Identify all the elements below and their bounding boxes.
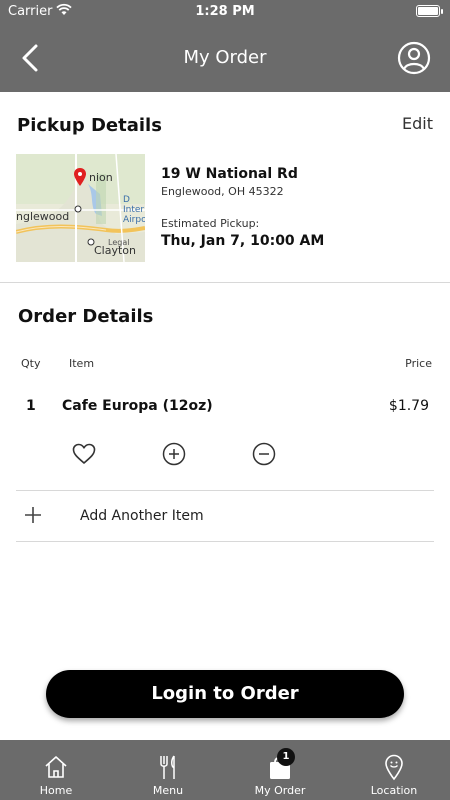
favorite-button[interactable] xyxy=(71,441,97,467)
section-divider xyxy=(0,282,450,283)
tab-location[interactable]: Location xyxy=(338,740,450,800)
column-header-item: Item xyxy=(69,357,95,370)
home-icon xyxy=(45,756,67,778)
location-pin-icon xyxy=(385,754,403,781)
order-count-badge: 1 xyxy=(277,748,295,766)
pickup-address-street: 19 W National Rd xyxy=(161,166,298,182)
order-details-heading: Order Details xyxy=(18,306,154,327)
order-item-qty: 1 xyxy=(26,398,36,414)
item-divider xyxy=(16,541,434,542)
map-label-union: nion xyxy=(89,171,113,184)
minus-circle-icon xyxy=(252,442,276,466)
status-bar: Carrier 1:28 PM xyxy=(0,0,450,24)
user-circle-icon xyxy=(397,41,431,75)
add-another-item-label: Add Another Item xyxy=(80,508,204,524)
tab-location-label: Location xyxy=(370,784,418,797)
map-label-englewood: nglewood xyxy=(16,210,69,223)
column-header-price: Price xyxy=(405,357,432,370)
pickup-map[interactable]: nion nglewood D Inter Airpo Clayton Lega… xyxy=(16,154,145,262)
tab-home-label: Home xyxy=(39,784,73,797)
decrease-quantity-button[interactable] xyxy=(251,441,277,467)
heart-icon xyxy=(72,443,96,464)
tab-menu[interactable]: Menu xyxy=(112,740,224,800)
map-label-legal: Legal xyxy=(108,238,129,247)
tab-bar: Home Menu 1 My Order Location xyxy=(0,740,450,800)
tab-menu-label: Menu xyxy=(152,784,184,797)
order-item-name: Cafe Europa (12oz) xyxy=(62,398,213,414)
pickup-address-city: Englewood, OH 45322 xyxy=(161,185,284,198)
battery-icon xyxy=(416,5,443,17)
map-label-airport: Airpo xyxy=(123,215,145,225)
estimated-pickup-time: Thu, Jan 7, 10:00 AM xyxy=(161,233,325,249)
tab-my-order[interactable]: 1 My Order xyxy=(224,740,336,800)
add-another-item-button[interactable]: Add Another Item xyxy=(16,491,434,541)
top-bar: Carrier 1:28 PM My Order xyxy=(0,0,450,92)
estimated-pickup-label: Estimated Pickup: xyxy=(161,217,260,230)
pickup-details-heading: Pickup Details xyxy=(17,115,162,136)
page-title: My Order xyxy=(183,47,267,68)
map-label-d: D xyxy=(123,195,130,205)
clock: 1:28 PM xyxy=(195,4,255,19)
map-label-inter: Inter xyxy=(123,205,144,215)
menu-icon xyxy=(160,755,175,779)
column-header-qty: Qty xyxy=(21,357,41,370)
profile-button[interactable] xyxy=(396,40,432,76)
order-item-price: $1.79 xyxy=(388,398,429,414)
plus-circle-icon xyxy=(162,442,186,466)
increase-quantity-button[interactable] xyxy=(161,441,187,467)
plus-icon xyxy=(25,507,41,523)
edit-pickup-button[interactable]: Edit xyxy=(402,114,433,133)
tab-home[interactable]: Home xyxy=(0,740,112,800)
login-to-order-button[interactable]: Login to Order xyxy=(46,670,404,718)
tab-my-order-label: My Order xyxy=(254,784,306,797)
